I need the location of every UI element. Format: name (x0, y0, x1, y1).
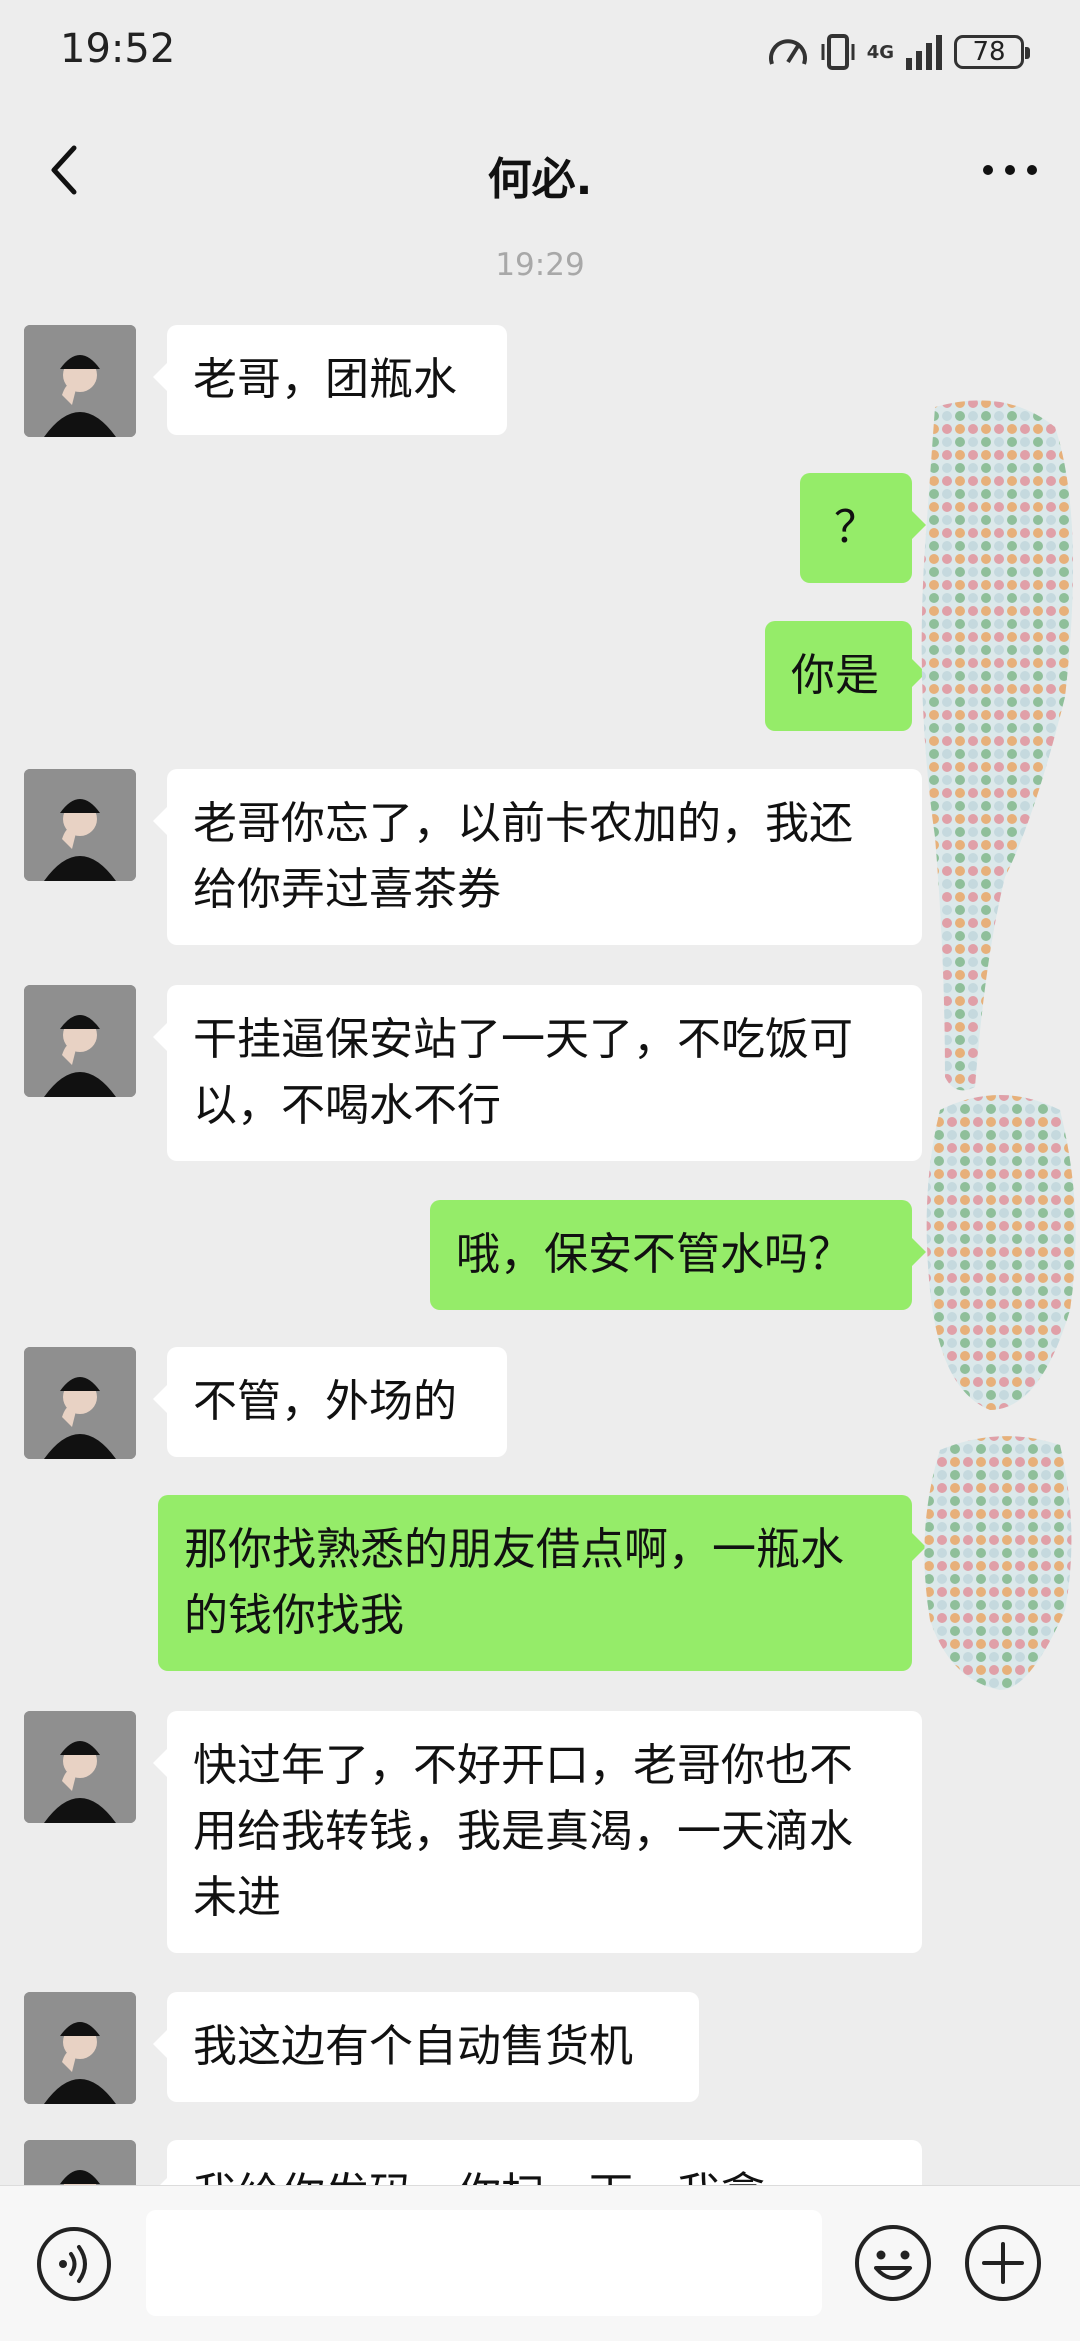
incoming-message: 不管，外场的 (153, 1347, 507, 1457)
message-list[interactable]: 19:29 老哥，团瓶水 ？ 你是 老哥你忘了，以前卡农加的，我还给你弄过喜茶券… (0, 235, 1080, 2185)
contact-avatar[interactable] (24, 2140, 136, 2185)
message-text: 不管，外场的 (193, 1376, 457, 1427)
outgoing-message: 你是 (765, 621, 926, 731)
signal-icon (906, 35, 942, 70)
incoming-message: 快过年了，不好开口，老哥你也不用给我转钱，我是真渴，一天滴水未进 (153, 1711, 922, 1953)
redaction-overlay (921, 400, 1073, 1091)
message-text: ？ (834, 502, 878, 553)
chat-title: 何必. (487, 154, 593, 205)
vibrate-icon (821, 34, 855, 70)
message-text: 老哥你忘了，以前卡农加的，我还给你弄过喜茶券 (193, 798, 853, 915)
contact-avatar[interactable] (24, 1992, 136, 2104)
more-actions-plus-button[interactable] (962, 2222, 1044, 2304)
message-text: 我这边有个自动售货机 (193, 2021, 633, 2072)
network-type: 4G (866, 41, 894, 63)
incoming-message: 我这边有个自动售货机 (153, 1992, 699, 2102)
message-text: 快过年了，不好开口，老哥你也不用给我转钱，我是真渴，一天滴水未进 (193, 1740, 853, 1923)
message-text: 老哥，团瓶水 (193, 354, 457, 405)
outgoing-message: ？ (800, 473, 926, 583)
message-text: 那你找熟悉的朋友借点啊，一瓶水的钱你找我 (184, 1524, 844, 1641)
message-text: 干挂逼保安站了一天了，不吃饭可以，不喝水不行 (193, 1014, 853, 1131)
contact-avatar[interactable] (24, 769, 136, 881)
outgoing-message: 那你找熟悉的朋友借点啊，一瓶水的钱你找我 (158, 1495, 926, 1671)
message-text: 哦，保安不管水吗？ (456, 1229, 852, 1280)
speed-icon (768, 39, 807, 65)
incoming-message: 干挂逼保安站了一天了，不吃饭可以，不喝水不行 (153, 985, 922, 1161)
chat-header: 何必. (0, 105, 1080, 235)
status-bar: 19:52 4G 78 (0, 0, 1080, 105)
contact-avatar[interactable] (24, 325, 136, 437)
contact-avatar[interactable] (24, 1347, 136, 1459)
redaction-overlay (926, 1095, 1076, 1410)
message-timestamp: 19:29 (495, 247, 585, 283)
incoming-message: 老哥你忘了，以前卡农加的，我还给你弄过喜茶券 (153, 769, 922, 945)
contact-avatar[interactable] (24, 985, 136, 1097)
outgoing-message: 哦，保安不管水吗？ (430, 1200, 926, 1310)
incoming-message: 老哥，团瓶水 (153, 325, 507, 435)
input-bar (0, 2185, 1080, 2341)
more-options-button[interactable] (970, 145, 1050, 195)
emoji-button[interactable] (852, 2222, 934, 2304)
voice-input-button[interactable] (34, 2224, 114, 2304)
message-text: 你是 (791, 650, 879, 701)
status-icons: 4G 78 (767, 30, 1030, 74)
incoming-message: 我给你发码，你扫一下，我拿 (153, 2140, 922, 2185)
message-input[interactable] (146, 2210, 822, 2316)
battery-indicator: 78 (954, 35, 1030, 69)
message-text: 我给你发码，你扫一下，我拿 (193, 2169, 765, 2185)
contact-avatar[interactable] (24, 1711, 136, 1823)
status-time: 19:52 (60, 26, 176, 72)
redaction-overlay (924, 1436, 1072, 1690)
